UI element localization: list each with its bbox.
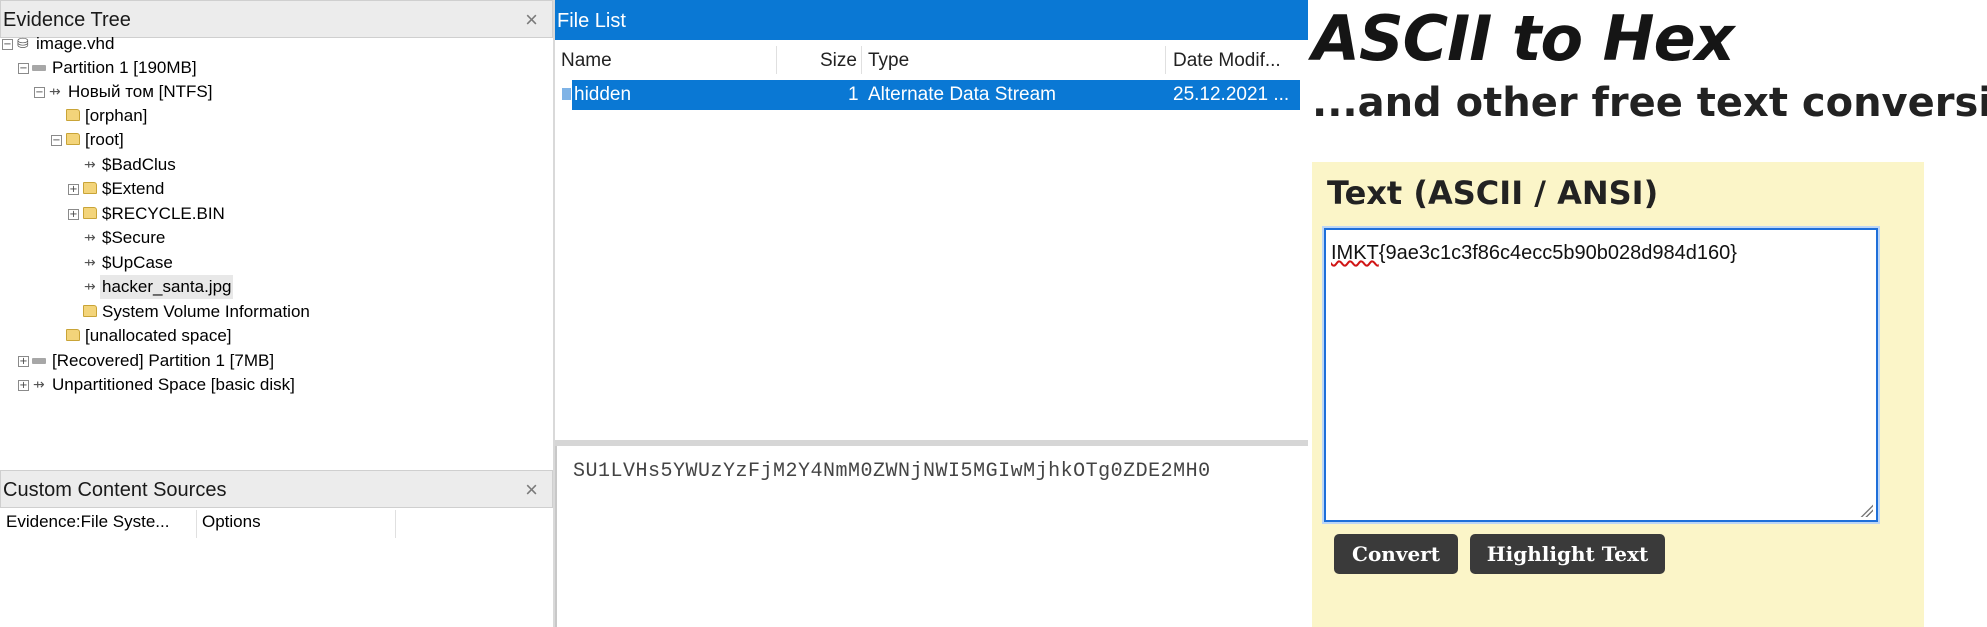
tree-item-unpartitioned-space[interactable]: + ⇸ Unpartitioned Space [basic disk]	[0, 373, 340, 397]
partition-icon	[32, 65, 46, 71]
column-header-name[interactable]: Name	[561, 50, 612, 72]
tree-item-image-vhd[interactable]: − ⛁ image.vhd	[0, 32, 140, 56]
tree-item-label: [unallocated space]	[85, 326, 232, 345]
folder-icon	[66, 133, 80, 145]
tree-item-secure[interactable]: ⇸ $Secure	[0, 226, 200, 250]
column-header-date-modified[interactable]: Date Modif...	[1173, 50, 1281, 72]
input-label: Text (ASCII / ANSI)	[1327, 174, 1659, 212]
row-size: 1	[848, 84, 859, 105]
misspelled-word: IMKT	[1331, 242, 1379, 264]
text-input-value: IMKT{9ae3c1c3f86c4ecc5b90b028d984d160}	[1331, 242, 1737, 265]
tree-item-badclus[interactable]: ⇸ $BadClus	[0, 153, 200, 177]
file-list-header: File List	[555, 0, 1308, 40]
tree-item-orphan[interactable]: [orphan]	[0, 104, 160, 128]
close-icon[interactable]: ×	[525, 7, 538, 33]
tree-item-label: $RECYCLE.BIN	[102, 204, 225, 223]
content-viewer-text: SU1LVHs5YWUzYzFjM2Y4NmM0ZWNjNWI5MGIwMjhk…	[573, 460, 1211, 483]
file-list-title: File List	[557, 10, 626, 32]
text-input-rest: {9ae3c1c3f86c4ecc5b90b028d984d160}	[1378, 242, 1737, 264]
text-input[interactable]: IMKT{9ae3c1c3f86c4ecc5b90b028d984d160}	[1324, 228, 1878, 522]
row-date-modified: 25.12.2021 ...	[1173, 84, 1290, 105]
folder-icon	[83, 207, 97, 219]
evidence-tree: − ⛁ image.vhd − Partition 1 [190MB] − ⇸ …	[0, 34, 553, 460]
site-title: ASCII to Hex	[1312, 2, 1735, 75]
site-subtitle: ...and other free text conversion	[1312, 80, 1987, 126]
column-divider[interactable]	[395, 510, 396, 538]
file-icon: ⇸	[84, 255, 96, 271]
converter-panel: Text (ASCII / ANSI) IMKT{9ae3c1c3f86c4ec…	[1312, 162, 1924, 627]
tree-item-label: image.vhd	[36, 34, 115, 53]
collapse-icon[interactable]: −	[2, 39, 13, 50]
folder-icon	[83, 182, 97, 194]
column-divider[interactable]	[1165, 46, 1166, 74]
collapse-icon[interactable]: −	[18, 63, 29, 74]
tree-item-label: [orphan]	[85, 106, 148, 125]
volume-icon: ⇸	[33, 377, 45, 393]
expand-icon[interactable]: +	[68, 184, 79, 195]
file-icon: ⇸	[84, 157, 96, 173]
convert-button[interactable]: Convert	[1334, 534, 1458, 574]
tree-item-label: Новый том [NTFS]	[68, 82, 213, 101]
expand-icon[interactable]: +	[68, 209, 79, 220]
tree-item-label: $BadClus	[102, 155, 176, 174]
tree-item-unallocated-space[interactable]: [unallocated space]	[0, 324, 260, 348]
resize-grip-icon[interactable]	[1859, 503, 1873, 517]
disk-image-icon: ⛁	[17, 36, 29, 52]
highlight-text-button[interactable]: Highlight Text	[1470, 534, 1665, 574]
column-header-options[interactable]: Options	[202, 512, 261, 532]
column-header-size[interactable]: Size	[820, 50, 857, 72]
row-type: Alternate Data Stream	[868, 84, 1056, 105]
folder-icon	[83, 305, 97, 317]
tree-item-partition-1[interactable]: − Partition 1 [190MB]	[0, 56, 240, 80]
table-row[interactable]: hidden 1 Alternate Data Stream 25.12.202…	[562, 80, 1300, 110]
custom-content-sources-table: Evidence:File Syste... Options	[0, 510, 553, 627]
tree-item-extend[interactable]: + $Extend	[0, 177, 200, 201]
collapse-icon[interactable]: −	[51, 135, 62, 146]
content-viewer[interactable]: SU1LVHs5YWUzYzFjM2Y4NmM0ZWNjNWI5MGIwMjhk…	[555, 446, 1308, 627]
expand-icon[interactable]: +	[18, 356, 29, 367]
tree-item-system-volume-information[interactable]: System Volume Information	[0, 300, 340, 324]
collapse-icon[interactable]: −	[34, 87, 45, 98]
tree-item-recovered-partition[interactable]: + [Recovered] Partition 1 [7MB]	[0, 349, 320, 373]
evidence-tree-title: Evidence Tree	[3, 9, 131, 31]
column-divider[interactable]	[861, 46, 862, 74]
close-icon[interactable]: ×	[525, 477, 538, 503]
custom-content-sources-title: Custom Content Sources	[3, 479, 227, 501]
tree-item-recycle-bin[interactable]: + $RECYCLE.BIN	[0, 202, 240, 226]
tree-item-volume[interactable]: − ⇸ Новый том [NTFS]	[0, 80, 240, 104]
partition-icon	[32, 358, 46, 364]
folder-icon	[66, 109, 80, 121]
file-list-columns: Name Size Type Date Modif...	[555, 42, 1308, 78]
expand-icon[interactable]: +	[18, 380, 29, 391]
tree-item-root[interactable]: − [root]	[0, 128, 140, 152]
tree-item-label: Unpartitioned Space [basic disk]	[52, 375, 295, 394]
folder-icon	[66, 329, 80, 341]
tree-item-hacker-santa[interactable]: ⇸ hacker_santa.jpg	[0, 275, 260, 299]
column-header-type[interactable]: Type	[868, 50, 909, 72]
tree-item-label: $UpCase	[102, 253, 173, 272]
tree-item-label: $Secure	[102, 228, 166, 247]
tree-item-label: hacker_santa.jpg	[100, 275, 234, 299]
tree-item-upcase[interactable]: ⇸ $UpCase	[0, 251, 200, 275]
tree-item-label: System Volume Information	[102, 302, 310, 321]
file-icon: ⇸	[84, 230, 96, 246]
column-divider[interactable]	[776, 46, 777, 74]
volume-icon: ⇸	[49, 84, 61, 100]
custom-content-sources-header: Custom Content Sources ×	[0, 470, 553, 508]
row-name: hidden	[574, 84, 632, 105]
tree-item-label: Partition 1 [190MB]	[52, 58, 197, 77]
column-header-evidence[interactable]: Evidence:File Syste...	[6, 512, 169, 532]
column-divider[interactable]	[196, 510, 197, 538]
tree-item-label: [Recovered] Partition 1 [7MB]	[52, 351, 275, 370]
tree-item-label: [root]	[85, 130, 124, 149]
file-icon: ⇸	[84, 279, 96, 295]
tree-item-label: $Extend	[102, 179, 165, 198]
file-icon	[562, 88, 571, 100]
